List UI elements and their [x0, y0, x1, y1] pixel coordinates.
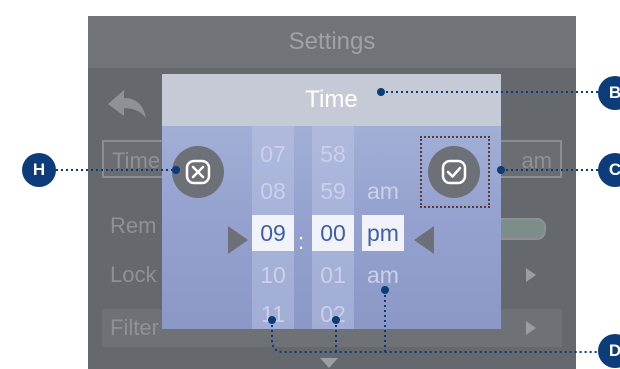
- period-selected[interactable]: pm: [362, 215, 404, 251]
- menu-row-time-label: Time: [112, 148, 161, 173]
- dialog-title: Time: [305, 86, 358, 113]
- menu-row-filter-label: Filter: [110, 315, 159, 340]
- callout-h: H: [22, 153, 56, 187]
- cancel-button[interactable]: [172, 146, 224, 198]
- hour-option[interactable]: 11: [252, 296, 294, 332]
- callout-b: B: [598, 76, 620, 110]
- minute-column[interactable]: 58 59 00 01 02: [312, 126, 354, 329]
- triangle-left-icon: [414, 226, 434, 254]
- hour-column[interactable]: 07 08 09 10 11: [252, 126, 294, 329]
- chevron-right-icon: [526, 268, 536, 282]
- callout-d: D: [598, 334, 620, 368]
- settings-header: Settings: [88, 16, 576, 68]
- minute-option[interactable]: 58: [312, 136, 354, 172]
- minute-option[interactable]: 01: [312, 257, 354, 293]
- menu-row-reminder-label: Rem: [110, 213, 157, 238]
- minute-option[interactable]: 02: [312, 296, 354, 332]
- settings-title: Settings: [288, 28, 376, 55]
- hour-option[interactable]: 08: [252, 173, 294, 209]
- triangle-right-icon: [228, 226, 248, 254]
- minute-selected[interactable]: 00: [312, 215, 354, 251]
- dialog-title-bar: Time: [162, 74, 501, 126]
- time-picker-dialog: Time 07 08 09 10 11 : 58 59 00 01 02 am …: [162, 74, 501, 329]
- time-separator: :: [298, 229, 305, 254]
- chevron-right-icon: [526, 321, 536, 335]
- period-option[interactable]: am: [362, 173, 404, 209]
- confirm-button[interactable]: [428, 146, 480, 198]
- hour-option[interactable]: 07: [252, 136, 294, 172]
- cancel-x-icon: [185, 159, 211, 185]
- period-column[interactable]: am pm am: [362, 126, 404, 329]
- period-option[interactable]: am: [362, 257, 404, 293]
- menu-row-time-value: am: [521, 148, 552, 173]
- back-arrow-icon[interactable]: [102, 86, 150, 126]
- menu-row-lock-label: Lock: [110, 262, 157, 287]
- hour-option[interactable]: 10: [252, 257, 294, 293]
- minute-option[interactable]: 59: [312, 173, 354, 209]
- checkmark-icon: [441, 159, 467, 185]
- chevron-down-icon[interactable]: [320, 358, 338, 368]
- callout-c: C: [598, 153, 620, 187]
- hour-selected[interactable]: 09: [252, 215, 294, 251]
